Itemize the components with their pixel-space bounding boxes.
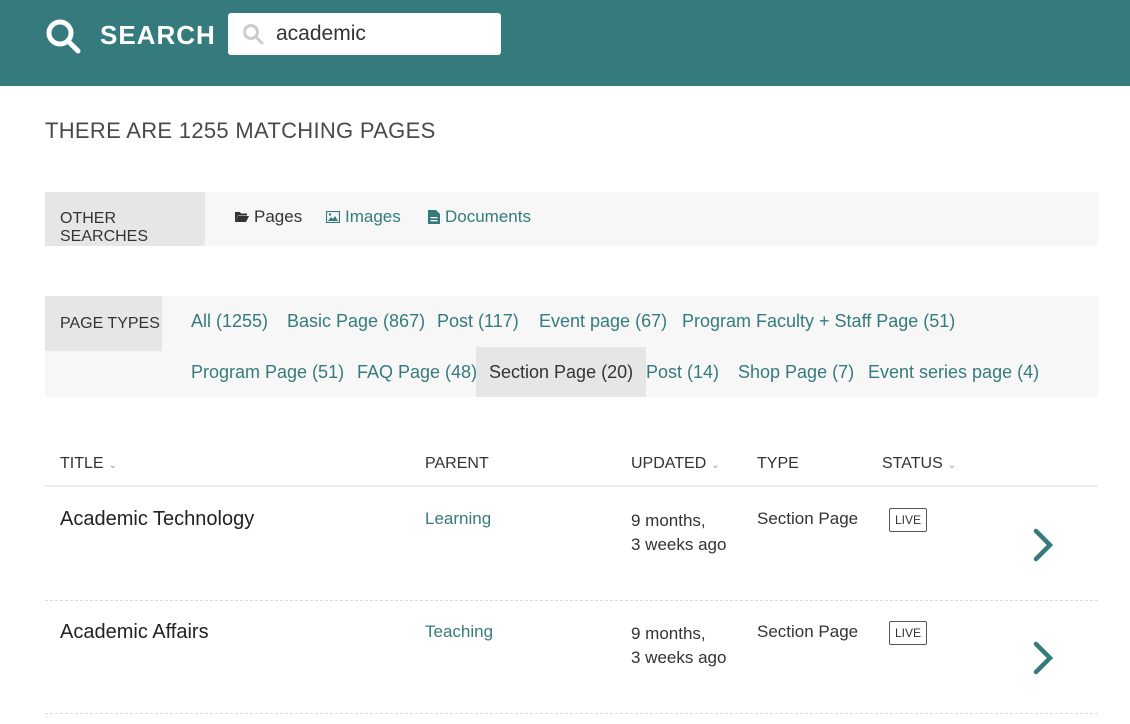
page-type-shop-page[interactable]: Shop Page (7): [738, 347, 854, 397]
results-count-title: THERE ARE 1255 MATCHING PAGES: [45, 118, 436, 143]
page-type-all[interactable]: All (1255): [191, 296, 268, 346]
chevron-down-icon: ⌄: [711, 460, 720, 471]
row-updated: 9 months, 3 weeks ago: [631, 622, 726, 670]
row-type: Section Page: [757, 622, 859, 641]
page-type-section-page[interactable]: Section Page (20): [476, 347, 647, 397]
updated-line-2: 3 weeks ago: [631, 648, 727, 667]
column-label: TYPE: [757, 455, 799, 472]
column-header-title[interactable]: TITLE ⌄: [60, 455, 117, 473]
search-icon: [46, 19, 81, 54]
row-parent-link[interactable]: Learning: [425, 509, 491, 529]
table-header: TITLE ⌄ PARENT UPDATED ⌄ TYPE STATUS ⌄: [45, 445, 1098, 487]
column-label: STATUS: [882, 455, 943, 472]
page-type-post[interactable]: Post (117): [437, 296, 519, 346]
updated-line-2: 3 weeks ago: [631, 535, 727, 554]
table-row[interactable]: Academic Technology Learning 9 months, 3…: [45, 488, 1098, 601]
page-type-post-2[interactable]: Post (14): [646, 347, 719, 397]
column-label: TITLE: [60, 455, 104, 472]
column-header-parent: PARENT: [425, 455, 489, 473]
row-title[interactable]: Academic Technology: [60, 508, 254, 531]
status-badge: LIVE: [889, 508, 928, 532]
search-box[interactable]: [228, 13, 501, 55]
updated-line-1: 9 months,: [631, 624, 706, 643]
other-searches-bar: OTHER SEARCHES Pages Images Documents: [45, 192, 1098, 246]
chevron-right-icon[interactable]: [1030, 638, 1058, 678]
header: SEARCH: [0, 0, 1130, 86]
status-badge: LIVE: [889, 621, 928, 645]
page-type-basic-page[interactable]: Basic Page (867): [287, 296, 425, 346]
other-search-pages[interactable]: Pages: [235, 207, 302, 227]
updated-line-1: 9 months,: [631, 511, 706, 530]
other-search-label: Pages: [254, 207, 303, 226]
other-search-label: Images: [345, 207, 401, 226]
column-header-status[interactable]: STATUS ⌄: [882, 455, 956, 473]
row-parent-link[interactable]: Teaching: [425, 622, 493, 642]
other-search-documents[interactable]: Documents: [428, 207, 531, 227]
page-type-event-page[interactable]: Event page (67): [539, 296, 667, 346]
column-header-type: TYPE: [757, 455, 799, 473]
chevron-right-icon[interactable]: [1030, 525, 1058, 565]
image-icon: [326, 211, 340, 223]
page-type-program-faculty-staff[interactable]: Program Faculty + Staff Page (51): [682, 296, 955, 346]
row-title[interactable]: Academic Affairs: [60, 621, 209, 644]
other-search-images[interactable]: Images: [326, 207, 401, 227]
chevron-down-icon: ⌄: [108, 460, 117, 471]
row-type: Section Page: [757, 509, 859, 528]
row-updated: 9 months, 3 weeks ago: [631, 509, 726, 557]
table-row[interactable]: Academic Affairs Teaching 9 months, 3 we…: [45, 601, 1098, 714]
chevron-down-icon: ⌄: [947, 460, 957, 471]
search-input-icon: [243, 24, 264, 45]
page-type-program-page[interactable]: Program Page (51): [191, 347, 344, 397]
page-types-filter: PAGE TYPES All (1255) Basic Page (867) P…: [45, 296, 1098, 397]
page-heading: SEARCH: [100, 20, 216, 50]
page-type-faq-page[interactable]: FAQ Page (48): [357, 347, 477, 397]
column-header-updated[interactable]: UPDATED ⌄: [631, 455, 720, 473]
folder-open-icon: [235, 212, 249, 222]
search-input[interactable]: [276, 13, 496, 55]
other-searches-label: OTHER SEARCHES: [45, 192, 205, 246]
other-search-label: Documents: [445, 207, 531, 226]
column-label: PARENT: [425, 455, 489, 472]
page-types-label: PAGE TYPES: [45, 296, 162, 351]
page-type-event-series-page[interactable]: Event series page (4): [868, 347, 1039, 397]
column-label: UPDATED: [631, 455, 707, 472]
document-icon: [428, 210, 440, 224]
